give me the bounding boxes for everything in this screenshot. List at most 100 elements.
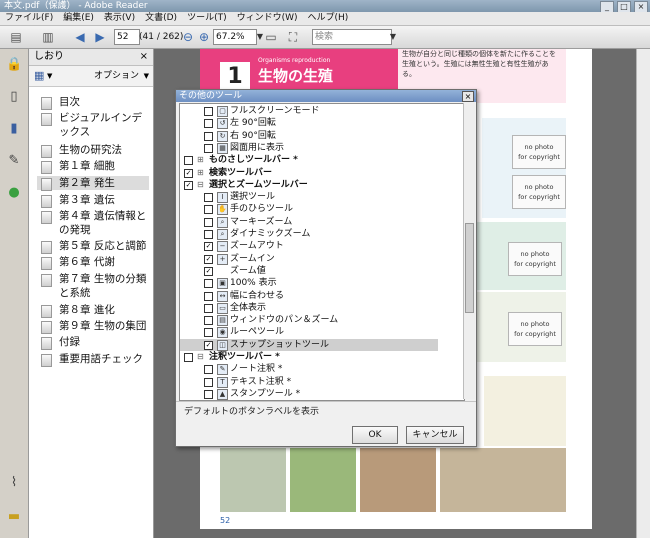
page-tools-icon[interactable]: ▥ (40, 29, 56, 45)
zoom-input[interactable]: 67.2% (213, 29, 257, 45)
checkbox[interactable] (184, 156, 193, 166)
toolbar-group-row[interactable]: ⊟ 注釈ツールバー * (180, 351, 438, 363)
next-page-icon[interactable]: ▶ (92, 29, 108, 45)
tool-row[interactable]: ✎ ノート注釈 * (180, 363, 438, 376)
checkbox-checked[interactable]: ✓ (204, 266, 213, 276)
bookmark-icon[interactable]: ▦ (34, 66, 44, 86)
options-dropdown-icon[interactable]: ▼ (144, 66, 149, 86)
checkbox[interactable] (204, 303, 213, 313)
checkbox[interactable] (204, 205, 213, 215)
fit-page-icon[interactable]: ⛶ (285, 29, 301, 45)
checkbox[interactable] (184, 353, 193, 362)
pages-icon[interactable]: ▯ (6, 89, 22, 105)
tool-row[interactable]: ↔ 幅に合わせる (180, 290, 438, 302)
tool-row[interactable]: ▭ 全体表示 (180, 302, 438, 314)
checkbox[interactable] (204, 119, 213, 129)
bookmark-item[interactable]: 第３章 遺伝 (37, 193, 149, 208)
tool-row[interactable]: ✓ ◫ スナップショットツール (180, 338, 438, 351)
checkbox[interactable] (204, 389, 213, 399)
tool-row[interactable]: I 選択ツール (180, 191, 438, 204)
checkbox[interactable] (204, 107, 213, 116)
tool-row[interactable]: ⌕ ダイナミックズーム (180, 228, 438, 240)
menu-file[interactable]: ファイル(F) (0, 12, 58, 25)
bookmarks-icon[interactable]: ▮ (6, 121, 22, 137)
bookmark-item[interactable]: 目次 (37, 95, 149, 110)
help-icon[interactable]: ● (6, 185, 22, 201)
tool-row[interactable]: ▦ 図面用に表示 (180, 142, 438, 154)
bookmark-item[interactable]: 第６章 代謝 (37, 255, 149, 270)
print-icon[interactable]: ▤ (8, 29, 24, 45)
tool-row[interactable]: ↻ 右 90°回転 (180, 130, 438, 142)
tool-row[interactable]: ↺ 左 90°回転 (180, 117, 438, 130)
bookmark-menu-dropdown-icon[interactable]: ▼ (47, 66, 52, 86)
tool-row[interactable]: ✓ + ズームイン (180, 253, 438, 265)
search-input[interactable]: 検索 (312, 29, 392, 45)
bookmark-item[interactable]: 第１章 細胞 (37, 159, 149, 174)
tool-row[interactable]: ◉ ルーペツール (180, 326, 438, 339)
checkbox-checked[interactable]: ✓ (204, 340, 213, 350)
checkbox[interactable] (204, 365, 213, 375)
checkbox[interactable] (204, 328, 213, 338)
page-number-input[interactable]: 52 (114, 29, 140, 45)
checkbox[interactable] (204, 131, 213, 141)
toolbar-group-row[interactable]: ⊞ ものさしツールバー * (180, 154, 438, 166)
tool-row[interactable]: ▲ スタンプツール * (180, 388, 438, 400)
bookmark-item[interactable]: 重要用語チェック (37, 352, 149, 367)
checkbox[interactable] (204, 377, 213, 387)
tool-row[interactable]: ▤ ウィンドウのパン＆ズーム (180, 314, 438, 327)
bookmark-item[interactable]: 第８章 進化 (37, 303, 149, 318)
bookmark-item-selected[interactable]: 第２章 発生 (37, 176, 149, 191)
checkbox[interactable] (204, 217, 213, 227)
checkbox[interactable] (204, 143, 213, 153)
collapse-icon[interactable]: ⊟ (197, 351, 204, 363)
options-button[interactable]: オプション (94, 66, 139, 86)
tool-row[interactable]: T テキスト注釈 * (180, 376, 438, 388)
tool-list-scrollbar[interactable] (463, 103, 475, 399)
tool-row[interactable]: ✋ 手のひらツール (180, 203, 438, 216)
menu-window[interactable]: ウィンドウ(W) (232, 12, 303, 25)
dialog-close-button[interactable]: × (462, 91, 474, 102)
bookmark-item[interactable]: 第５章 反応と調節 (37, 239, 149, 254)
checkbox-checked[interactable]: ✓ (204, 254, 213, 264)
toolbar-group-row[interactable]: ✓ ⊞ 検索ツールバー (180, 167, 438, 179)
scrollbar-thumb[interactable] (465, 223, 474, 313)
zoom-in-icon[interactable]: ⊕ (196, 29, 212, 45)
menu-help[interactable]: ヘルプ(H) (303, 12, 354, 25)
bookmark-item[interactable]: 生物の研究法 (37, 143, 149, 158)
cancel-button[interactable]: キャンセル (406, 426, 464, 444)
lock-icon[interactable]: 🔒 (6, 57, 22, 73)
bookmark-item[interactable]: 第７章 生物の分類と系統 (37, 272, 149, 300)
zoom-out-icon[interactable]: ⊖ (180, 29, 196, 45)
previous-page-icon[interactable]: ◀ (72, 29, 88, 45)
checkbox-checked[interactable]: ✓ (184, 168, 193, 178)
checkbox[interactable] (204, 291, 213, 301)
bookmark-item[interactable]: 付録 (37, 335, 149, 350)
menu-tools[interactable]: ツール(T) (182, 12, 232, 25)
tool-row[interactable]: ▣ 100% 表示 (180, 277, 438, 290)
comments-icon[interactable]: ▬ (6, 509, 22, 525)
checkbox-checked[interactable]: ✓ (184, 180, 193, 190)
ok-button[interactable]: OK (352, 426, 398, 444)
checkbox[interactable] (204, 193, 213, 203)
document-scrollbar[interactable] (636, 49, 650, 538)
checkbox[interactable] (204, 316, 213, 326)
tool-row[interactable]: ⌕ マーキーズーム (180, 216, 438, 228)
checkbox-checked[interactable]: ✓ (204, 242, 213, 252)
search-dropdown-icon[interactable]: ▼ (385, 29, 401, 45)
tool-row[interactable]: ✓ − ズームアウト (180, 240, 438, 253)
bookmark-item[interactable]: ビジュアルインデックス (37, 111, 149, 139)
toolbar-group-row[interactable]: ✓ ⊟ 選択とズームツールバー (180, 179, 438, 191)
bookmarks-close-button[interactable]: × (140, 49, 148, 65)
menu-view[interactable]: 表示(V) (99, 12, 140, 25)
collapse-icon[interactable]: ⊟ (197, 179, 204, 191)
expand-icon[interactable]: ⊞ (197, 154, 204, 166)
tool-row[interactable]: ▢ フルスクリーンモード (180, 105, 438, 117)
checkbox[interactable] (204, 230, 213, 239)
checkbox[interactable] (204, 279, 213, 289)
attachments-icon[interactable]: ⌇ (6, 475, 22, 491)
menu-edit[interactable]: 編集(E) (58, 12, 99, 25)
fit-width-icon[interactable]: ▭ (263, 29, 279, 45)
bookmark-item[interactable]: 第９章 生物の集団 (37, 319, 149, 334)
tool-row[interactable]: ✓ ズーム値 (180, 265, 438, 277)
bookmark-item[interactable]: 第４章 遺伝情報との発現 (37, 209, 149, 237)
